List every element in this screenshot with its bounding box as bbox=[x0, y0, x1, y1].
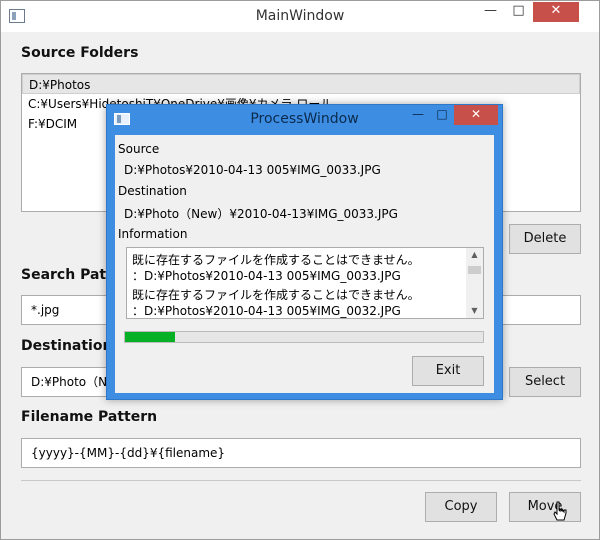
filename-pattern-input[interactable]: {yyyy}-{MM}-{dd}¥{filename} bbox=[21, 438, 581, 468]
info-scrollbar[interactable]: ▲ ▼ bbox=[466, 248, 483, 318]
source-path: D:¥Photos¥2010-04-13 005¥IMG_0033.JPG bbox=[124, 163, 381, 177]
search-pattern-label: Search Patt bbox=[21, 267, 113, 283]
source-folders-label: Source Folders bbox=[21, 45, 139, 61]
close-button[interactable]: ✕ bbox=[533, 2, 579, 22]
destination-path: D:¥Photo（New）¥2010-04-13¥IMG_0033.JPG bbox=[124, 207, 398, 221]
delete-button[interactable]: Delete bbox=[509, 224, 581, 254]
source-folder-item[interactable]: D:¥Photos bbox=[22, 74, 580, 94]
maximize-button[interactable]: □ bbox=[505, 2, 532, 22]
progress-bar bbox=[124, 331, 484, 343]
process-titlebar[interactable]: ProcessWindow — □ ✕ bbox=[107, 105, 502, 133]
filename-pattern-label: Filename Pattern bbox=[21, 409, 158, 425]
information-log[interactable]: 既に存在するファイルを作成することはできません。 ：D:¥Photos¥2010… bbox=[126, 247, 484, 319]
info-message: ：D:¥Photos¥2010-04-13 005¥IMG_0032.JPG bbox=[132, 304, 401, 318]
source-label: Source bbox=[118, 142, 160, 156]
destination-label: Destination bbox=[21, 338, 113, 354]
info-message: 既に存在するファイルを作成することはできません。 bbox=[132, 253, 420, 267]
move-button[interactable]: Move bbox=[509, 492, 581, 522]
scroll-up-icon[interactable]: ▲ bbox=[466, 248, 483, 262]
info-message: ：D:¥Photos¥2010-04-13 005¥IMG_0033.JPG bbox=[132, 269, 401, 283]
mouse-cursor-icon bbox=[553, 501, 567, 521]
info-message: 既に存在するファイルを作成することはできません。 bbox=[132, 288, 420, 302]
process-content: Source D:¥Photos¥2010-04-13 005¥IMG_0033… bbox=[115, 135, 494, 393]
scroll-thumb[interactable] bbox=[468, 266, 481, 274]
progress-fill bbox=[125, 332, 176, 342]
copy-button[interactable]: Copy bbox=[425, 492, 497, 522]
scroll-down-icon[interactable]: ▼ bbox=[466, 304, 483, 318]
process-window: ProcessWindow — □ ✕ Source D:¥Photos¥201… bbox=[106, 104, 503, 400]
minimize-button[interactable]: — bbox=[477, 2, 504, 22]
main-titlebar[interactable]: MainWindow — □ ✕ bbox=[1, 1, 599, 32]
separator bbox=[21, 480, 581, 481]
information-label: Information bbox=[118, 227, 188, 241]
process-close-button[interactable]: ✕ bbox=[454, 105, 498, 125]
destination-label: Destination bbox=[118, 184, 187, 198]
exit-button[interactable]: Exit bbox=[412, 356, 484, 386]
process-maximize-button[interactable]: □ bbox=[430, 105, 454, 125]
process-minimize-button[interactable]: — bbox=[406, 105, 430, 125]
select-button[interactable]: Select bbox=[509, 367, 581, 397]
